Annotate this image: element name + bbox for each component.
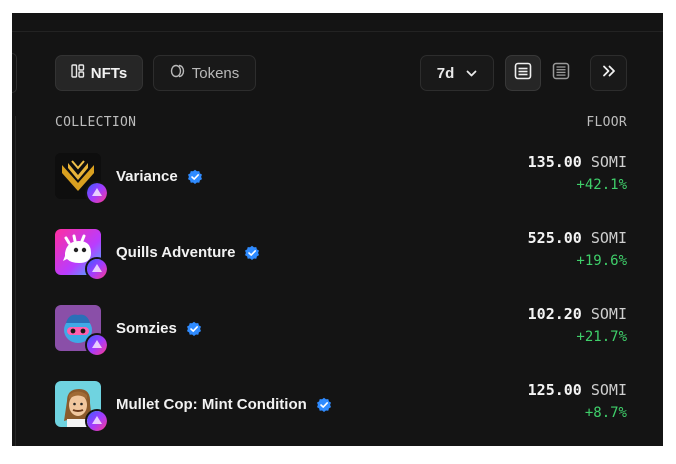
collection-name[interactable]: Variance [116,168,203,185]
time-range-select[interactable]: 7d [420,55,494,91]
top-divider [12,31,663,32]
floor-value: 525.00 [527,229,582,247]
floor-change: +21.7% [576,329,627,345]
verified-icon [186,321,202,337]
tab-nfts-label: NFTs [90,64,128,82]
time-range-label: 7d [436,64,455,82]
expand-button[interactable] [590,55,627,91]
collection-name-text: Mullet Cop: Mint Condition [116,396,307,413]
list-view-button[interactable] [505,55,541,91]
collection-name[interactable]: Quills Adventure [116,244,260,261]
floor-change: +42.1% [576,177,627,193]
double-chevron-right-icon [602,64,616,82]
table-row[interactable]: Mullet Cop: Mint Condition 125.00 SOMI +… [12,381,663,441]
floor-value: 135.00 [527,153,582,171]
compact-view-button[interactable] [543,55,579,91]
compact-view-icon [552,62,570,85]
collection-name-text: Quills Adventure [116,244,236,261]
verified-icon [187,169,203,185]
floor-currency: SOMI [590,305,627,323]
floor-price: 102.20 SOMI [528,305,627,323]
tab-tokens-label: Tokens [191,64,240,82]
grid-icon [71,64,85,82]
collection-name-text: Variance [116,168,178,185]
floor-change: +8.7% [584,405,627,421]
chain-badge-icon [85,333,109,357]
column-header-collection[interactable]: COLLECTION [55,115,136,130]
table-row[interactable]: Somzies 102.20 SOMI +21.7% [12,305,663,365]
tab-tokens[interactable]: Tokens [153,55,256,91]
chain-badge-icon [85,181,109,205]
left-edge-control[interactable] [12,53,17,93]
collection-name-text: Somzies [116,320,177,337]
floor-change: +19.6% [576,253,627,269]
collection-name[interactable]: Somzies [116,320,202,337]
table-row[interactable]: Quills Adventure 525.00 SOMI +19.6% [12,229,663,289]
floor-currency: SOMI [590,381,627,399]
floor-price: 135.00 SOMI [528,153,627,171]
verified-icon [244,245,260,261]
floor-value: 125.00 [527,381,582,399]
chevron-down-icon [466,65,477,82]
chain-badge-icon [85,257,109,281]
floor-currency: SOMI [590,229,627,247]
floor-price: 525.00 SOMI [528,229,627,247]
coin-icon [170,64,186,82]
floor-value: 102.20 [527,305,582,323]
floor-currency: SOMI [590,153,627,171]
column-header-floor[interactable]: FLOOR [586,115,627,130]
floor-price: 125.00 SOMI [528,381,627,399]
list-view-icon [514,62,532,85]
collections-panel: NFTs Tokens 7d COLLECTION FLOOR Variance… [12,13,663,446]
collection-name[interactable]: Mullet Cop: Mint Condition [116,396,332,413]
verified-icon [316,397,332,413]
tab-nfts[interactable]: NFTs [55,55,143,91]
chain-badge-icon [85,409,109,433]
table-row[interactable]: Variance 135.00 SOMI +42.1% [12,153,663,213]
